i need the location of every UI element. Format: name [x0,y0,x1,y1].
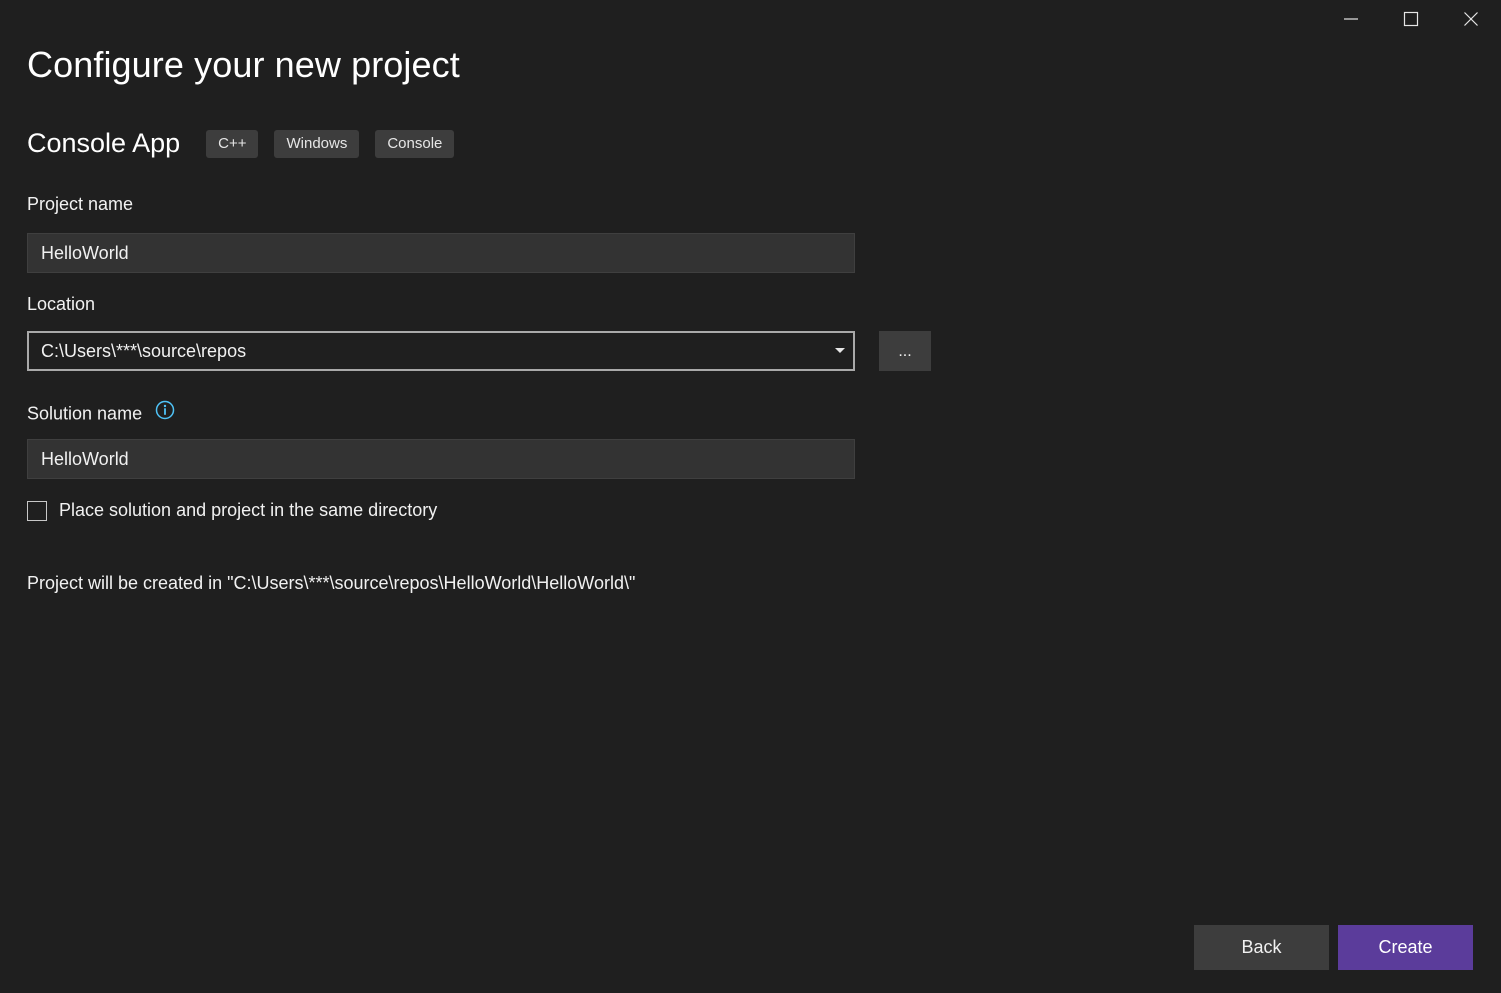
back-button[interactable]: Back [1194,925,1329,970]
minimize-icon [1343,11,1359,27]
minimize-button[interactable] [1321,0,1381,38]
close-button[interactable] [1441,0,1501,38]
project-name-input[interactable] [27,233,855,273]
solution-name-label-row: Solution name [27,400,175,427]
configure-project-window: Configure your new project Console App C… [0,0,1501,993]
maximize-button[interactable] [1381,0,1441,38]
create-button[interactable]: Create [1338,925,1473,970]
same-directory-label[interactable]: Place solution and project in the same d… [59,500,437,521]
tag-platform: Windows [274,129,360,158]
tag-language: C++ [206,129,259,158]
page-title: Configure your new project [27,44,460,85]
chevron-down-icon[interactable] [827,333,853,369]
same-directory-option[interactable]: Place solution and project in the same d… [27,500,437,521]
project-name-label: Project name [27,194,134,214]
info-icon[interactable] [155,400,175,425]
browse-location-button[interactable]: ... [879,331,931,371]
close-icon [1463,11,1479,27]
solution-name-label: Solution name [27,403,143,424]
maximize-icon [1403,11,1419,27]
location-label: Location [27,294,96,314]
location-combobox[interactable]: C:\Users\***\source\repos [27,331,855,371]
location-value[interactable]: C:\Users\***\source\repos [29,341,827,362]
tag-project-type: Console [375,129,455,158]
same-directory-checkbox[interactable] [27,500,47,521]
project-path-note: Project will be created in "C:\Users\***… [27,573,636,593]
solution-name-input[interactable] [27,439,855,479]
window-controls [1321,0,1501,38]
template-summary: Console App C++ Windows Console [27,128,470,159]
template-name: Console App [27,128,181,158]
